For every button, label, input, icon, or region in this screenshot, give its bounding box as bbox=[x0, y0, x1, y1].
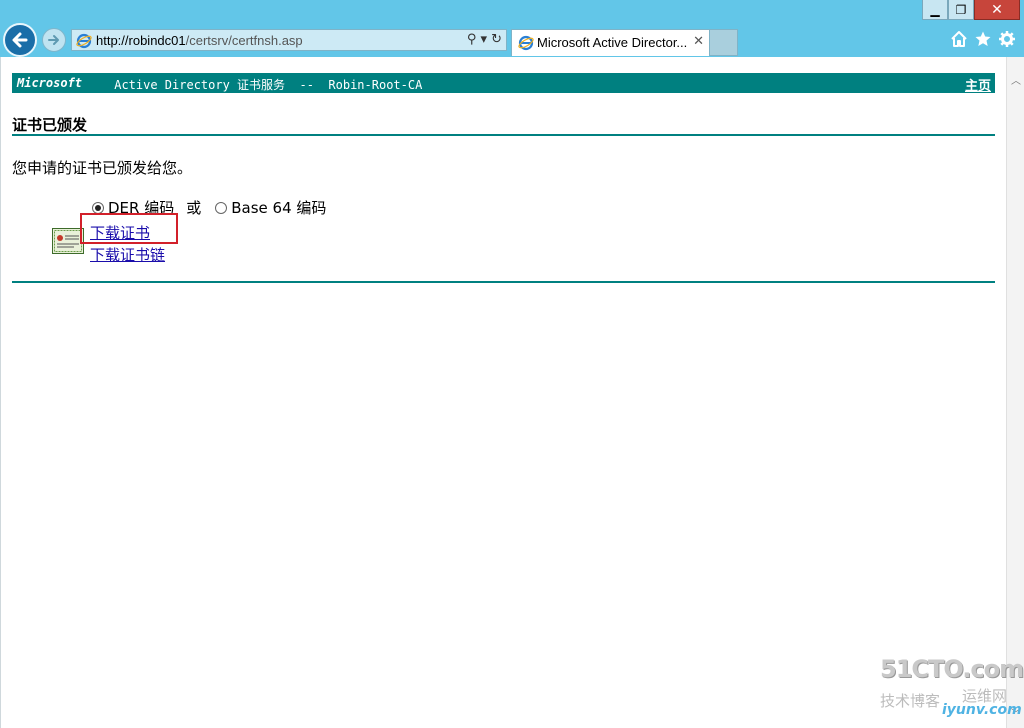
tab-close-icon[interactable]: ✕ bbox=[693, 34, 704, 49]
favorites-button[interactable] bbox=[972, 28, 994, 50]
minimize-button[interactable]: ▁ bbox=[922, 0, 948, 20]
forward-arrow-icon bbox=[48, 35, 59, 45]
close-icon: ✕ bbox=[991, 1, 1003, 18]
address-bar[interactable]: http://robindc01/certsrv/certfnsh.asp ⚲ … bbox=[71, 29, 507, 51]
vertical-scrollbar[interactable]: ︿ ﹀ bbox=[1006, 57, 1024, 728]
address-tools: ⚲ ▾ ↻ bbox=[467, 32, 502, 47]
scroll-up-icon[interactable]: ︿ bbox=[1011, 72, 1021, 87]
watermark-url: iyunv.com bbox=[942, 702, 1022, 718]
service-header-bar: Microsoft Active Directory 证书服务 -- Robin… bbox=[12, 73, 995, 94]
page-title: 证书已颁发 bbox=[12, 116, 88, 134]
minimize-icon: ▁ bbox=[930, 2, 940, 17]
restore-icon: ❐ bbox=[955, 2, 967, 17]
radio-base64[interactable] bbox=[215, 201, 228, 214]
or-label: 或 bbox=[186, 199, 202, 217]
search-icon[interactable]: ⚲ ▾ bbox=[467, 32, 487, 47]
radio-der[interactable] bbox=[92, 201, 104, 214]
home-button[interactable] bbox=[948, 28, 970, 50]
forward-button[interactable] bbox=[42, 28, 66, 52]
new-tab-button[interactable] bbox=[710, 29, 738, 56]
watermark-blog: 技术博客 bbox=[880, 692, 941, 710]
watermark-51cto: 51CTO.com bbox=[880, 655, 1024, 683]
gear-icon bbox=[999, 31, 1015, 47]
bottom-divider bbox=[12, 281, 995, 283]
back-button[interactable] bbox=[3, 23, 37, 57]
highlight-annotation bbox=[80, 213, 178, 244]
issued-message: 您申请的证书已颁发给您。 bbox=[12, 159, 193, 177]
url-domain: http://robindc01 bbox=[96, 33, 186, 48]
watermark: 51CTO.com 技术博客 运维网 iyunv.com bbox=[880, 655, 1024, 721]
radio-base64-label[interactable]: Base 64 编码 bbox=[231, 197, 326, 218]
star-icon bbox=[975, 31, 991, 46]
ie-tab-icon bbox=[518, 35, 534, 51]
header-brand: Microsoft bbox=[17, 76, 83, 90]
tab-active[interactable]: Microsoft Active Director... ✕ bbox=[511, 29, 710, 56]
back-arrow-icon bbox=[12, 32, 28, 48]
home-link[interactable]: 主页 bbox=[965, 75, 991, 94]
download-chain-link[interactable]: 下载证书链 bbox=[90, 244, 165, 265]
title-divider bbox=[12, 134, 995, 136]
tab-title: Microsoft Active Director... bbox=[537, 35, 688, 50]
restore-button[interactable]: ❐ bbox=[948, 0, 974, 20]
url-path: /certsrv/certfnsh.asp bbox=[185, 33, 303, 48]
refresh-icon[interactable]: ↻ bbox=[491, 32, 502, 47]
tools-button[interactable] bbox=[996, 28, 1018, 50]
close-window-button[interactable]: ✕ bbox=[974, 0, 1020, 20]
header-service-title: Active Directory 证书服务 -- Robin-Root-CA bbox=[107, 78, 423, 92]
url-text[interactable]: http://robindc01/certsrv/certfnsh.asp bbox=[96, 33, 303, 48]
home-icon bbox=[951, 31, 967, 47]
ie-page-icon bbox=[76, 33, 92, 49]
